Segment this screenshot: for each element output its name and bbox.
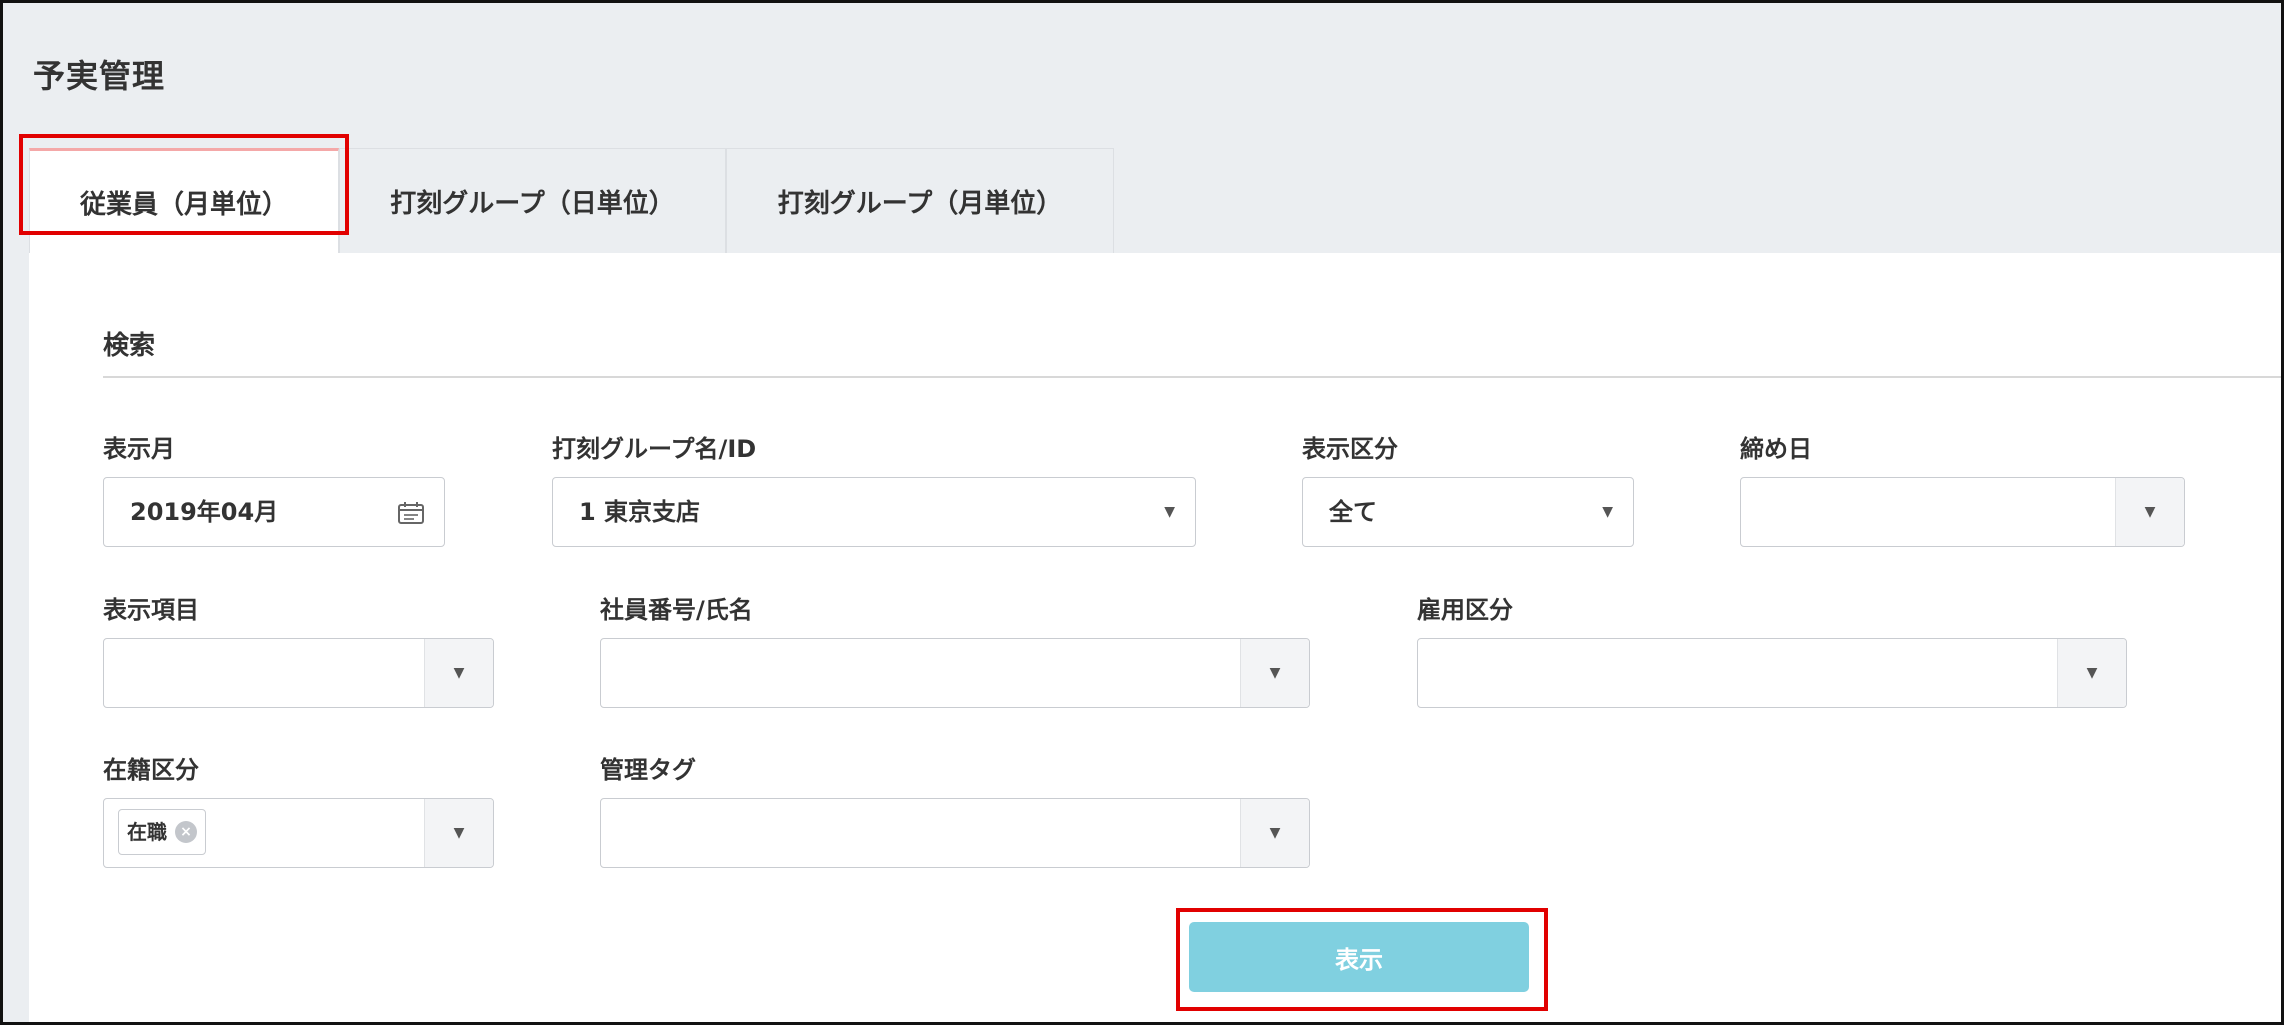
section-divider: [103, 376, 2281, 378]
page-title: 予実管理: [33, 57, 166, 95]
display-items-label: 表示項目: [103, 596, 199, 624]
stamp-group-label: 打刻グループ名/ID: [552, 435, 757, 463]
display-type-label: 表示区分: [1302, 435, 1398, 463]
chevron-down-icon: ▼: [424, 639, 493, 707]
closing-day-label: 締め日: [1740, 435, 1812, 463]
close-icon[interactable]: ×: [175, 821, 197, 843]
show-button[interactable]: 表示: [1189, 922, 1529, 992]
enrollment-multiselect[interactable]: 在職 × ▼: [103, 798, 494, 868]
tab-bar: 従業員（月単位） 打刻グループ（日単位） 打刻グループ（月単位）: [29, 148, 1114, 253]
tab-employee-monthly[interactable]: 従業員（月単位）: [29, 148, 339, 253]
tab-stamp-group-monthly[interactable]: 打刻グループ（月単位）: [726, 148, 1114, 253]
enrollment-tag-label: 在職: [127, 820, 167, 844]
chevron-down-icon: ▼: [1602, 504, 1613, 520]
display-type-value: 全て: [1329, 498, 1377, 526]
employee-select[interactable]: ▼: [600, 638, 1310, 708]
chevron-down-icon: ▼: [2057, 639, 2126, 707]
chevron-down-icon: ▼: [2115, 478, 2184, 546]
chevron-down-icon: ▼: [424, 799, 493, 867]
stamp-group-select[interactable]: 1 東京支店 ▼: [552, 477, 1196, 547]
employment-type-label: 雇用区分: [1417, 596, 1513, 624]
enrollment-tag-chip: 在職 ×: [118, 809, 206, 855]
display-month-picker[interactable]: 2019年04月: [103, 477, 445, 547]
calendar-icon[interactable]: [398, 502, 424, 524]
employment-type-select[interactable]: ▼: [1417, 638, 2127, 708]
management-tag-select[interactable]: ▼: [600, 798, 1310, 868]
closing-day-select[interactable]: ▼: [1740, 477, 2185, 547]
display-month-value: 2019年04月: [130, 498, 279, 526]
app-frame: 予実管理 従業員（月単位） 打刻グループ（日単位） 打刻グループ（月単位） 検索…: [0, 0, 2284, 1025]
display-items-select[interactable]: ▼: [103, 638, 494, 708]
search-section-title: 検索: [103, 331, 156, 361]
search-panel: 検索 表示月 2019年04月 打刻グループ名/ID 1 東京支店 ▼ 表示区分…: [29, 253, 2281, 1022]
chevron-down-icon: ▼: [1240, 799, 1309, 867]
employee-label: 社員番号/氏名: [600, 596, 753, 624]
chevron-down-icon: ▼: [1164, 504, 1175, 520]
enrollment-label: 在籍区分: [103, 756, 199, 784]
chevron-down-icon: ▼: [1240, 639, 1309, 707]
tab-stamp-group-daily[interactable]: 打刻グループ（日単位）: [339, 148, 726, 253]
management-tag-label: 管理タグ: [600, 756, 696, 784]
display-month-label: 表示月: [103, 435, 175, 463]
stamp-group-value: 1 東京支店: [579, 498, 701, 526]
display-type-select[interactable]: 全て ▼: [1302, 477, 1634, 547]
